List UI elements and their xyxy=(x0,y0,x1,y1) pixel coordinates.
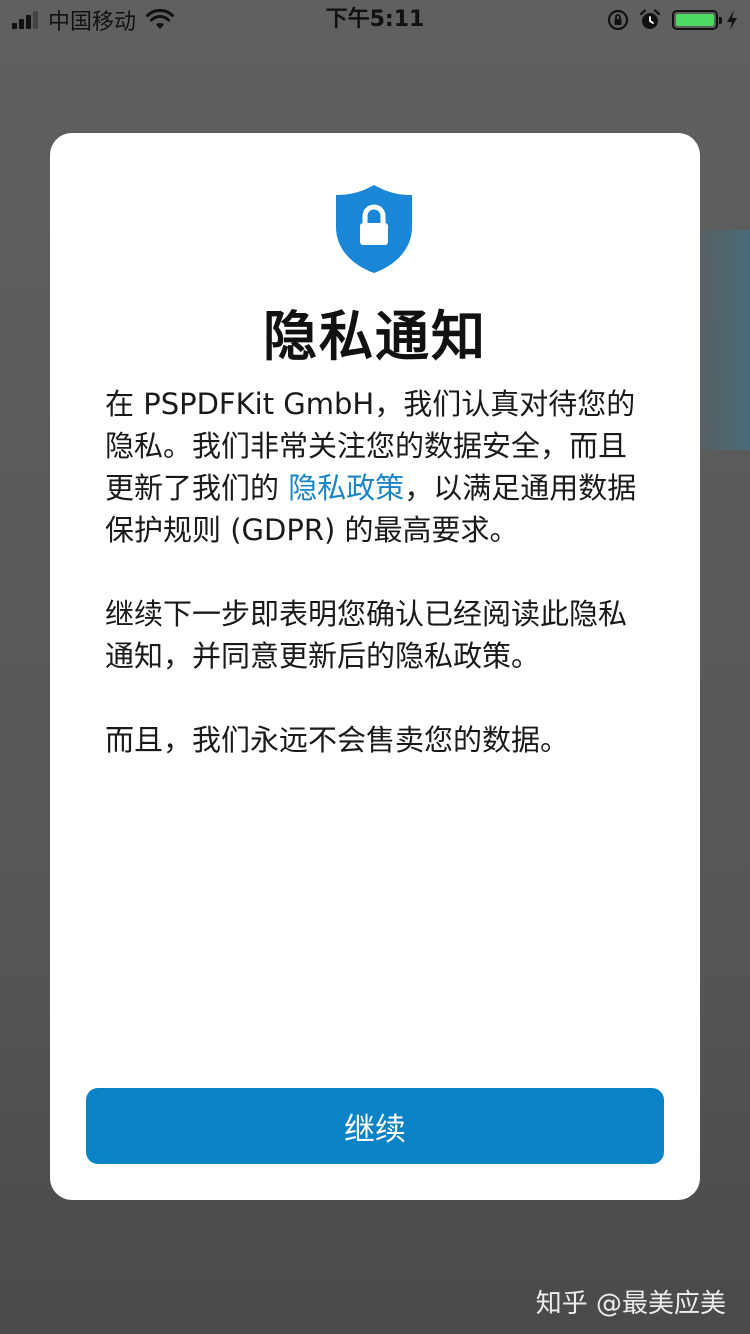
status-bar: 中国移动 下午5:11 xyxy=(0,0,750,40)
dialog-title: 隐私通知 xyxy=(263,305,487,368)
privacy-paragraph-3: 而且，我们永远不会售卖您的数据。 xyxy=(105,723,570,757)
battery-level xyxy=(676,14,714,26)
status-right xyxy=(598,0,738,40)
privacy-paragraph-2: 继续下一步即表明您确认已经阅读此隐私通知，并同意更新后的隐私政策。 xyxy=(105,597,628,673)
battery-icon xyxy=(672,10,722,30)
watermark-text: 知乎 @最美应美 xyxy=(535,1289,726,1319)
signal-icon xyxy=(12,11,40,29)
carrier-name: 中国移动 xyxy=(48,10,137,35)
status-left: 中国移动 xyxy=(12,0,175,40)
privacy-notice-dialog: 隐私通知 在 PSPDFKit GmbH，我们认真对待您的隐私。我们非常关注您的… xyxy=(50,133,700,1200)
orientation-lock-icon xyxy=(607,9,629,31)
charging-icon xyxy=(727,10,737,30)
shield-lock-icon xyxy=(336,185,412,273)
alarm-icon xyxy=(639,9,661,29)
wifi-icon xyxy=(146,9,175,29)
continue-button[interactable]: 继续 xyxy=(86,1088,664,1164)
privacy-paragraph-1: 在 PSPDFKit GmbH，我们认真对待您的隐私。我们非常关注您的数据安全，… xyxy=(105,383,650,551)
dialog-body: 在 PSPDFKit GmbH，我们认真对待您的隐私。我们非常关注您的数据安全，… xyxy=(105,383,650,803)
watermark: 知乎 @最美应美 xyxy=(536,1283,730,1320)
privacy-policy-link[interactable]: 隐私政策 xyxy=(288,471,404,505)
